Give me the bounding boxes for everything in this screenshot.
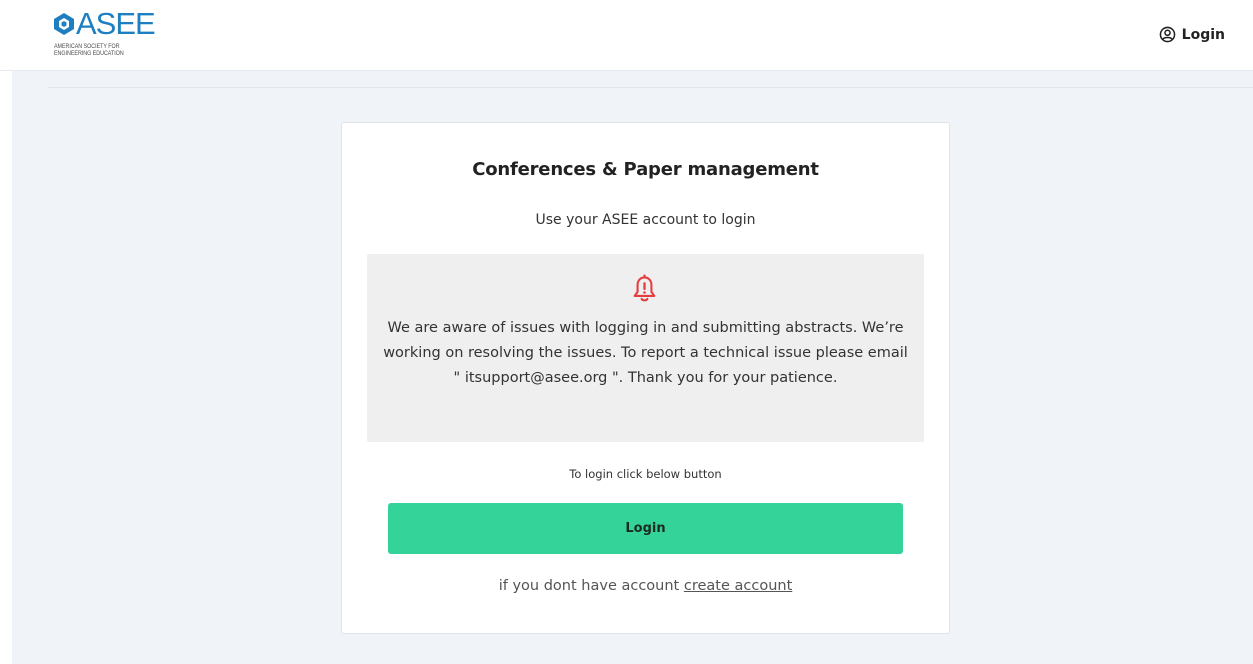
signup-prefix: if you dont have account (498, 578, 680, 594)
card-subtitle: Use your ASEE account to login (535, 212, 756, 228)
card-title: Conferences & Paper management (472, 159, 819, 180)
notice-box: We are aware of issues with logging in a… (367, 254, 924, 442)
logo-subtitle: AMERICAN SOCIETY FOR ENGINEERING EDUCATI… (54, 43, 124, 57)
logo-wordmark: ASEE (76, 6, 156, 41)
top-header: ASEE AMERICAN SOCIETY FOR ENGINEERING ED… (0, 0, 1253, 71)
login-hint: To login click below button (569, 467, 722, 481)
main-content: Conferences & Paper management Use your … (12, 71, 1253, 664)
content-divider (48, 87, 1253, 88)
asee-logo[interactable]: ASEE AMERICAN SOCIETY FOR ENGINEERING ED… (52, 6, 162, 61)
signup-line: if you dont have account create account (342, 578, 949, 594)
logo-subtitle-line-2: ENGINEERING EDUCATION (54, 50, 124, 57)
header-login-button[interactable]: Login (1159, 26, 1225, 43)
login-card: Conferences & Paper management Use your … (341, 122, 950, 634)
asee-logo-icon (54, 13, 74, 35)
logo-subtitle-line-1: AMERICAN SOCIETY FOR (54, 43, 120, 50)
create-account-link[interactable]: create account (684, 578, 792, 594)
bell-alert-icon (633, 274, 656, 302)
login-button[interactable]: Login (388, 503, 903, 554)
user-circle-icon (1159, 26, 1175, 43)
notice-message: We are aware of issues with logging in a… (383, 320, 908, 386)
header-login-label: Login (1181, 26, 1225, 43)
